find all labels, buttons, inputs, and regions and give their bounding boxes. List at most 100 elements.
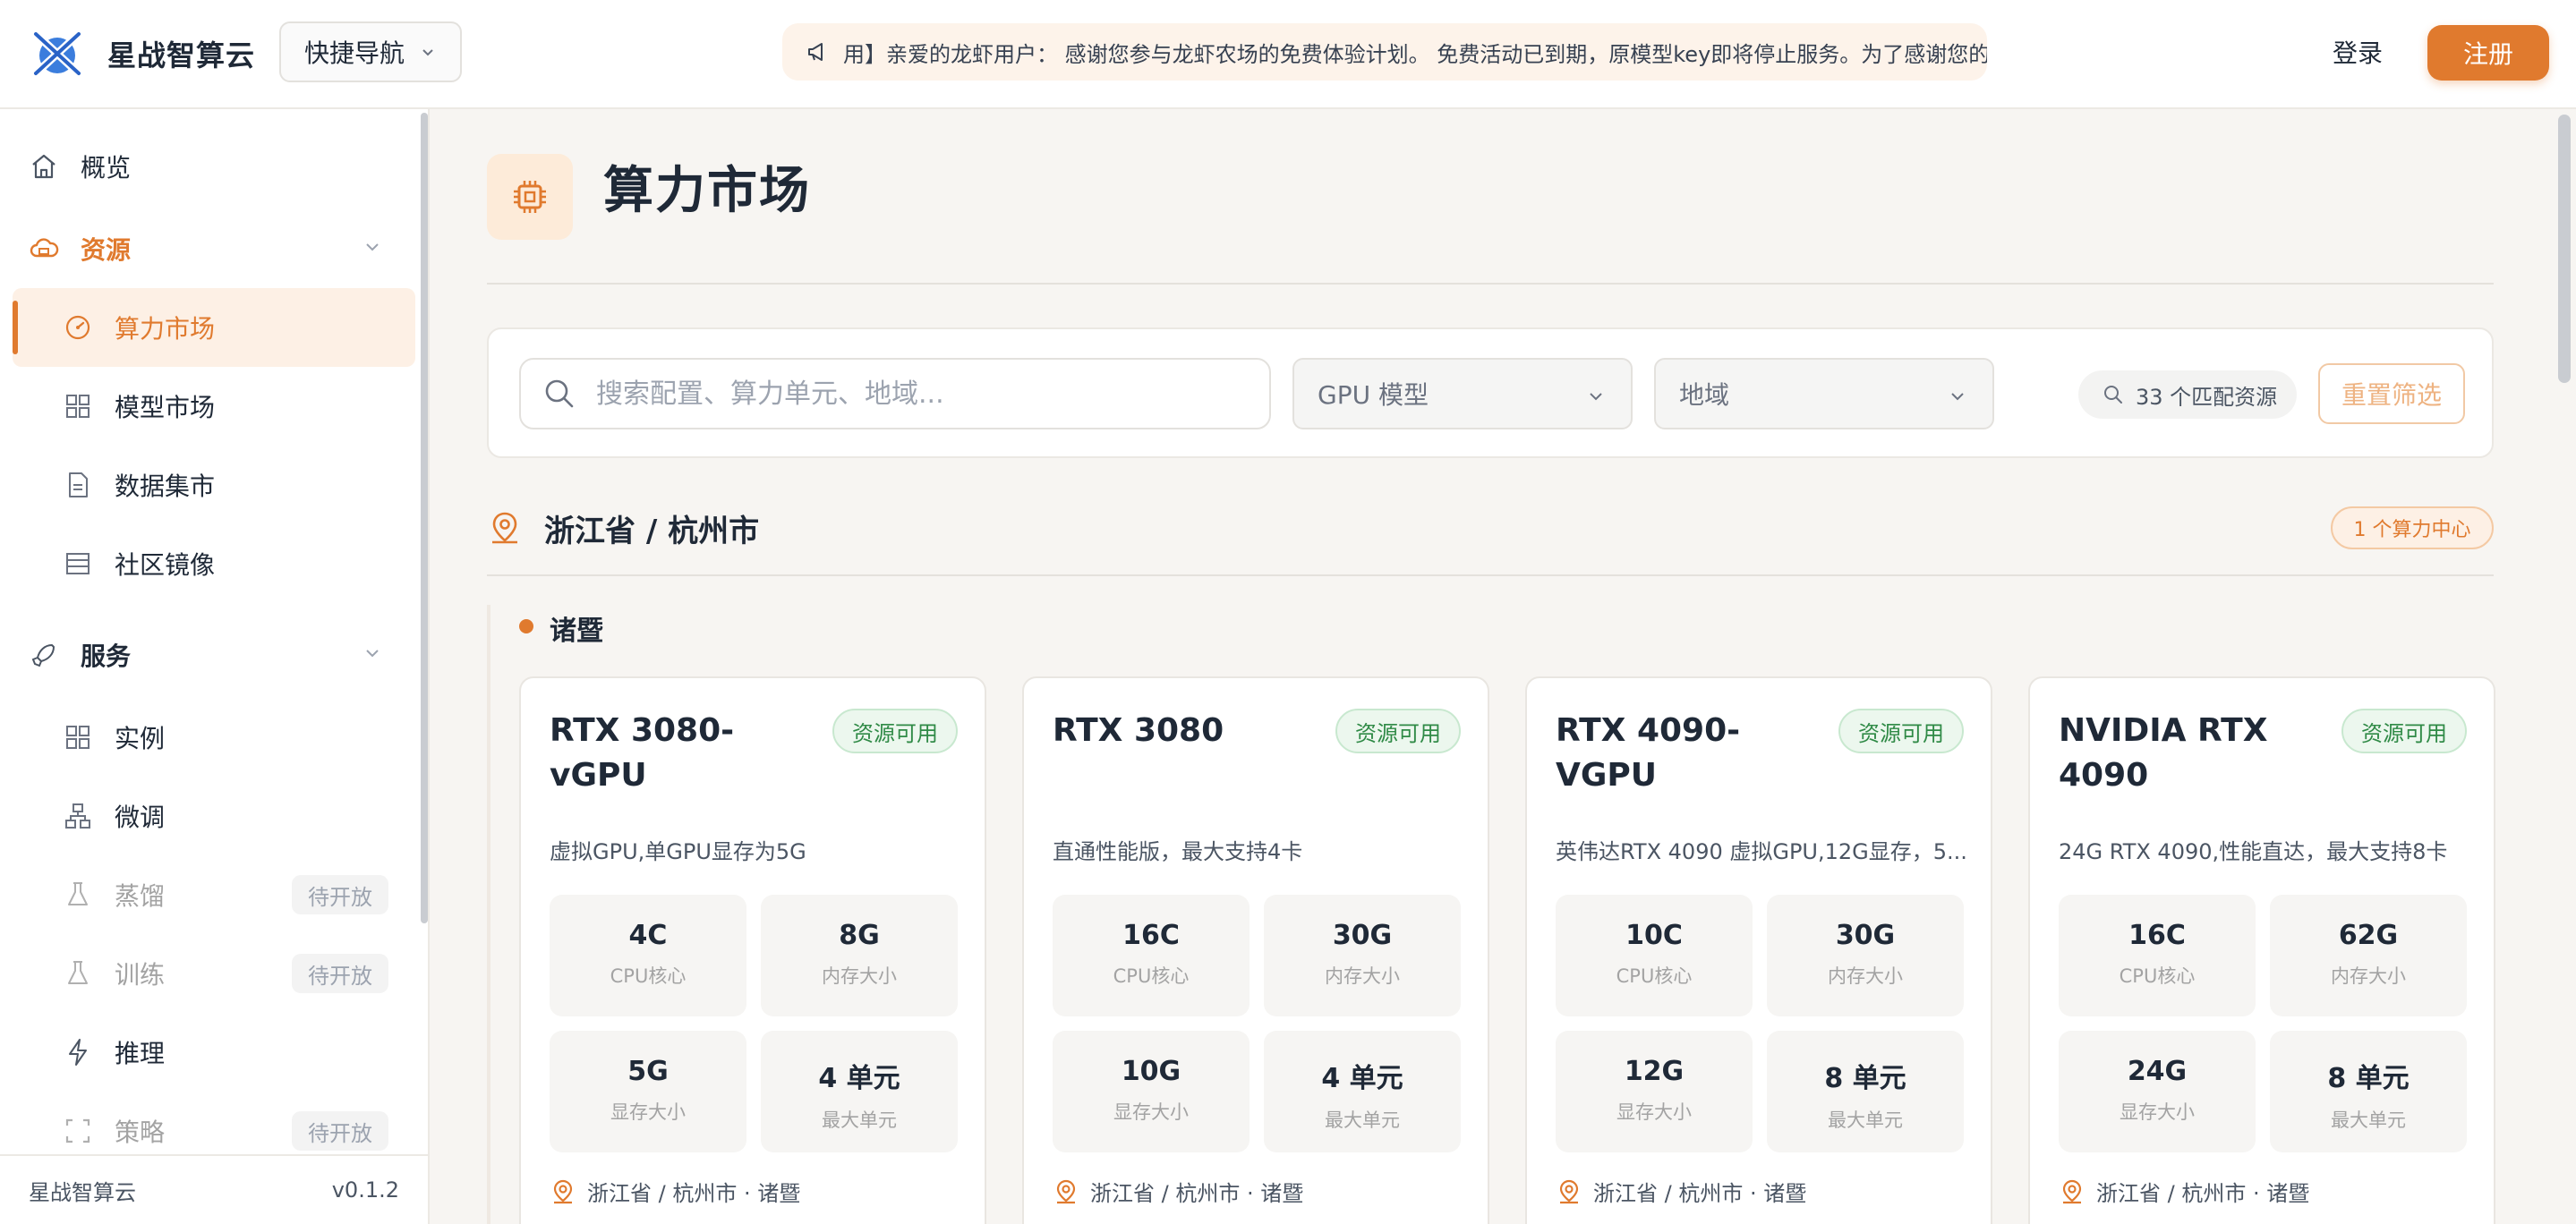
sidebar-group-services[interactable]: 服务 xyxy=(29,637,131,673)
sidebar-scrollbar[interactable] xyxy=(421,113,428,923)
sidebar-item-overview[interactable]: 概览 xyxy=(29,149,131,184)
map-pin-icon xyxy=(553,1179,573,1203)
megaphone-icon xyxy=(808,43,823,61)
spec-label: 显存大小 xyxy=(2120,1101,2195,1123)
spec-value: 30G xyxy=(1835,920,1896,951)
sidebar-item-label: 蒸馏 xyxy=(115,881,166,911)
gpu-model-select[interactable]: GPU 模型 xyxy=(1292,358,1633,429)
document-icon xyxy=(69,472,88,497)
spec-label: 显存大小 xyxy=(1616,1101,1692,1123)
resource-card[interactable]: NVIDIA RTX 4090 资源可用 24G RTX 4090,性能直达，最… xyxy=(2028,676,2495,1224)
sidebar-item-label: 微调 xyxy=(115,803,166,832)
subregion-title: 诸暨 xyxy=(550,616,603,647)
match-count-text: 33 个匹配资源 xyxy=(2136,384,2278,410)
quick-nav-dropdown[interactable]: 快捷导航 xyxy=(279,21,462,82)
sidebar-item-strategy: 策略 xyxy=(63,1113,165,1149)
login-button[interactable]: 登录 xyxy=(2333,34,2383,70)
sidebar-item-dataset-market[interactable]: 数据集市 xyxy=(63,467,215,503)
spec-label: 显存大小 xyxy=(610,1101,686,1123)
brand[interactable]: 星战智算云 xyxy=(29,25,255,82)
map-pin-icon xyxy=(1056,1179,1076,1203)
spec-value: 16C xyxy=(1122,920,1180,951)
chevron-down-icon xyxy=(422,49,433,56)
sidebar-item-label: 数据集市 xyxy=(115,472,216,501)
chip-icon xyxy=(514,181,546,213)
main-scrollbar[interactable] xyxy=(2558,115,2571,383)
sidebar-footer: 星战智算云 v0.1.2 xyxy=(0,1154,428,1224)
notice-banner[interactable]: 用】亲爱的龙虾用户： 感谢您参与龙虾农场的免费体验计划。 免费活动已到期，原模型… xyxy=(782,23,1987,81)
sidebar-item-label: 训练 xyxy=(115,960,166,990)
search-box[interactable] xyxy=(519,358,1271,429)
map-pin-icon xyxy=(2062,1179,2082,1203)
spec-vram: 5G 显存大小 xyxy=(550,1031,746,1152)
resource-card[interactable]: RTX 3080 资源可用 直通性能版，最大支持4卡 16C CPU核心 30G 内… xyxy=(1022,676,1489,1224)
spec-vram: 12G 显存大小 xyxy=(1556,1031,1753,1152)
rocket-icon xyxy=(31,644,55,667)
chevron-down-icon[interactable] xyxy=(362,236,383,258)
spec-value: 8 单元 xyxy=(1824,1063,1906,1094)
sidebar-item-finetune[interactable]: 微调 xyxy=(63,798,165,834)
sidebar-item-compute-market[interactable]: 算力市场 xyxy=(63,310,215,345)
spec-value: 10C xyxy=(1625,920,1683,951)
status-badge: 资源可用 xyxy=(1335,709,1461,753)
spec-label: CPU核心 xyxy=(2119,965,2196,987)
resource-card[interactable]: RTX 4090-VGPU 资源可用 英伟达RTX 4090 虚拟GPU,12G… xyxy=(1525,676,1992,1224)
spec-vram: 10G 显存大小 xyxy=(1053,1031,1250,1152)
spec-label: 内存大小 xyxy=(1325,965,1400,987)
spec-max-units: 4 单元 最大单元 xyxy=(761,1031,958,1152)
spec-value: 10G xyxy=(1121,1056,1181,1087)
spec-value: 8 单元 xyxy=(2327,1063,2410,1094)
spec-value: 24G xyxy=(2127,1056,2188,1087)
spec-memory: 8G 内存大小 xyxy=(761,895,958,1016)
card-location-text: 浙江省 / 杭州市 · 诸暨 xyxy=(2096,1181,2310,1206)
sidebar-item-instances[interactable]: 实例 xyxy=(63,719,165,755)
spec-value: 16C xyxy=(2128,920,2186,951)
card-title: RTX 3080 xyxy=(1053,712,1224,749)
spec-label: CPU核心 xyxy=(610,965,687,987)
resource-card[interactable]: RTX 3080-vGPU 资源可用 虚拟GPU,单GPU显存为5G 4C CPU… xyxy=(519,676,986,1224)
sidebar-item-distill: 蒸馏 xyxy=(63,877,165,913)
card-location-text: 浙江省 / 杭州市 · 诸暨 xyxy=(1090,1181,1304,1206)
home-icon xyxy=(32,154,55,179)
reset-filters-button[interactable]: 重置筛选 xyxy=(2318,363,2465,424)
spec-cpu: 4C CPU核心 xyxy=(550,895,746,1016)
spec-label: 最大单元 xyxy=(1828,1109,1903,1131)
spec-label: 内存大小 xyxy=(822,965,897,987)
region-title: 浙江省 / 杭州市 xyxy=(544,514,760,549)
region-select[interactable]: 地域 xyxy=(1654,358,1994,429)
spec-memory: 30G 内存大小 xyxy=(1767,895,1964,1016)
map-pin-icon xyxy=(492,512,517,544)
card-location: 浙江省 / 杭州市 · 诸暨 xyxy=(2059,1176,2309,1207)
pending-badge: 待开放 xyxy=(292,1111,388,1151)
sidebar-item-label: 推理 xyxy=(115,1039,166,1068)
sidebar-item-community-images[interactable]: 社区镜像 xyxy=(63,546,215,582)
quick-nav-label: 快捷导航 xyxy=(304,38,405,68)
sidebar-group-label: 资源 xyxy=(81,235,132,265)
filter-bar: GPU 模型 地域 33 个匹配资源 重置筛选 xyxy=(487,327,2494,458)
search-input[interactable] xyxy=(596,378,1258,410)
spec-max-units: 4 单元 最大单元 xyxy=(1264,1031,1461,1152)
sidebar-item-model-market[interactable]: 模型市场 xyxy=(63,388,215,424)
spec-cpu: 16C CPU核心 xyxy=(1053,895,1250,1016)
spec-cpu: 16C CPU核心 xyxy=(2059,895,2256,1016)
register-button[interactable]: 注册 xyxy=(2427,25,2549,81)
chevron-down-icon[interactable] xyxy=(362,642,383,664)
spec-value: 30G xyxy=(1332,920,1393,951)
spec-label: CPU核心 xyxy=(1616,965,1693,987)
group-dot xyxy=(519,619,533,633)
sidebar-item-inference[interactable]: 推理 xyxy=(63,1034,165,1070)
spec-vram: 24G 显存大小 xyxy=(2059,1031,2256,1152)
spec-memory: 30G 内存大小 xyxy=(1264,895,1461,1016)
flask-icon xyxy=(68,961,88,984)
card-description: 英伟达RTX 4090 虚拟GPU,12G显存，5... xyxy=(1556,839,1967,864)
card-description: 直通性能版，最大支持4卡 xyxy=(1053,839,1303,864)
spec-value: 4 单元 xyxy=(1321,1063,1403,1094)
spec-value: 4 单元 xyxy=(818,1063,900,1094)
card-location: 浙江省 / 杭州市 · 诸暨 xyxy=(1053,1176,1303,1207)
footer-version: v0.1.2 xyxy=(331,1177,399,1203)
flask-icon xyxy=(68,882,88,905)
brand-name: 星战智算云 xyxy=(107,38,256,72)
sidebar-group-resources[interactable]: 资源 xyxy=(29,231,131,267)
card-title: NVIDIA RTX 4090 xyxy=(2059,712,2268,794)
logo-icon xyxy=(30,28,85,80)
